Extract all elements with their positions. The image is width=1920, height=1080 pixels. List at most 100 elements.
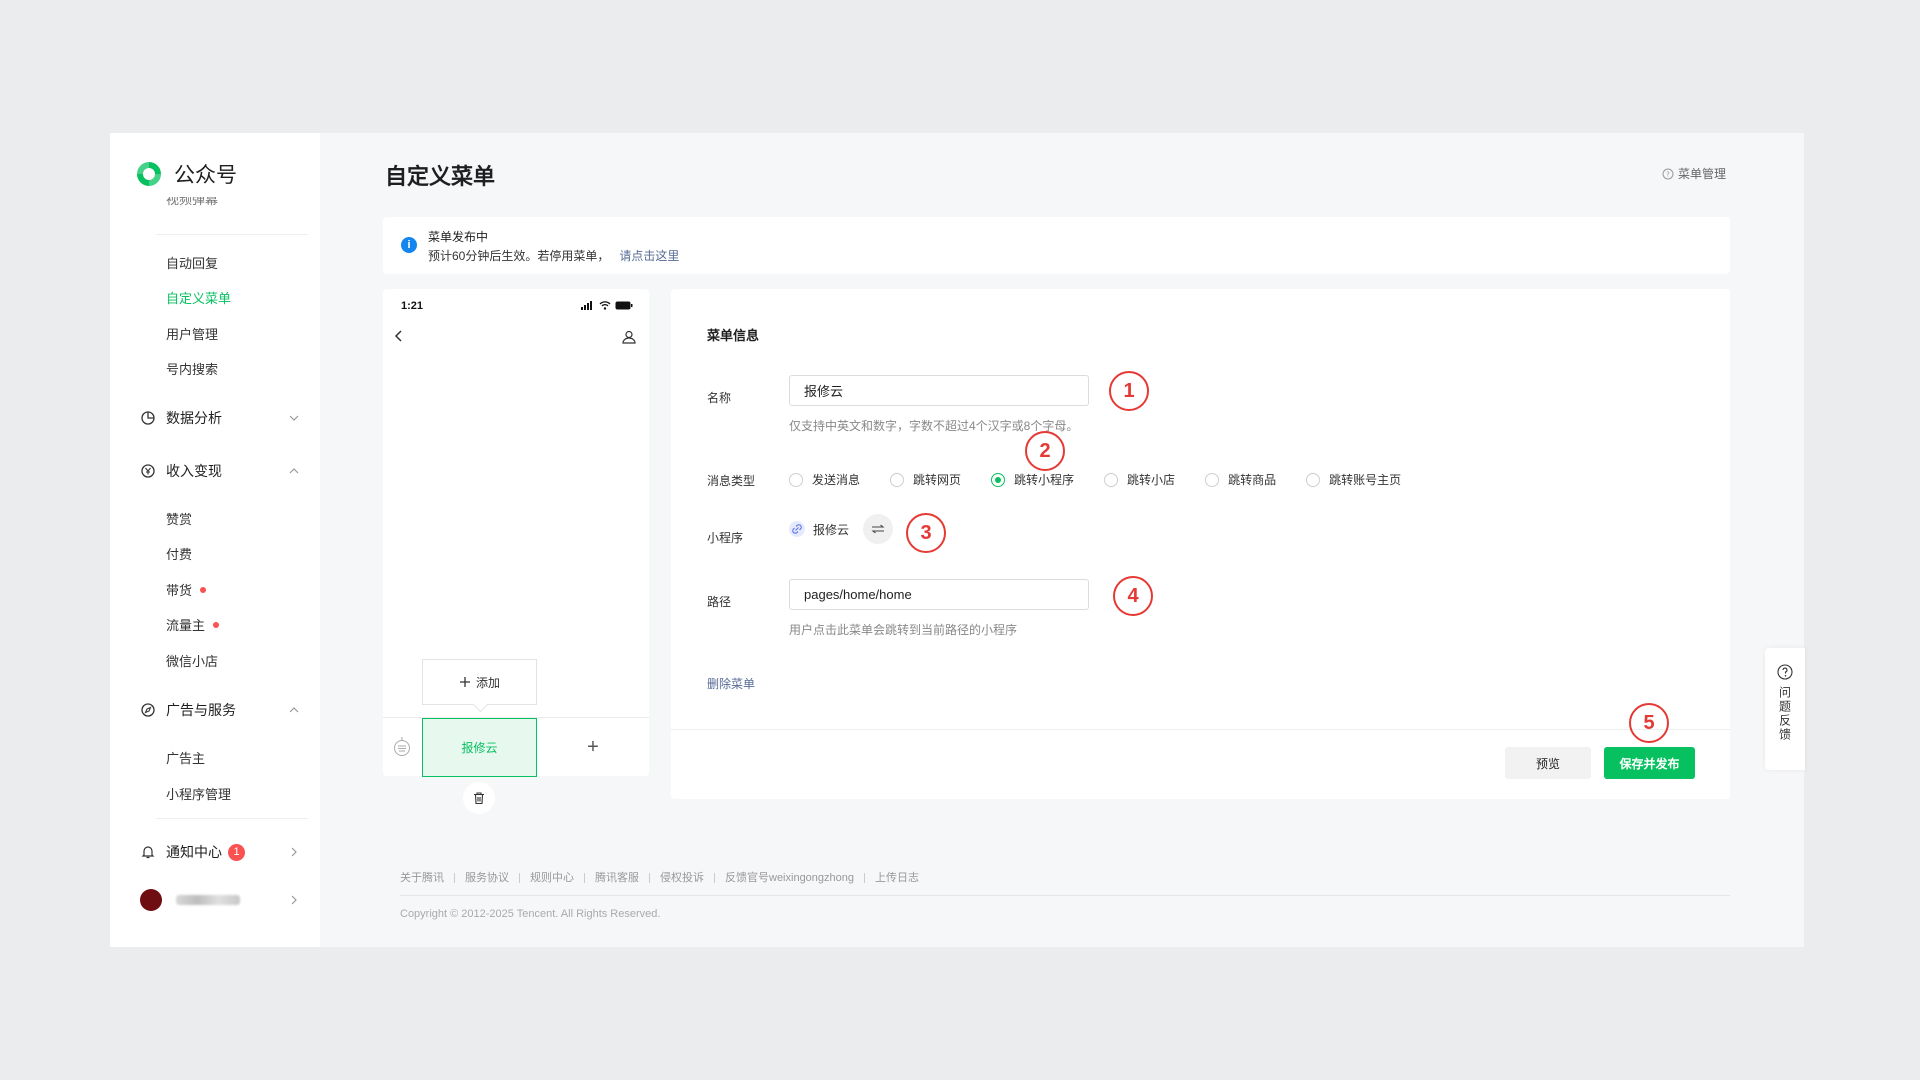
sidebar-divider xyxy=(156,234,308,235)
brand-logo[interactable]: 公众号 xyxy=(134,159,237,189)
path-hint: 用户点击此菜单会跳转到当前路径的小程序 xyxy=(789,623,1018,637)
sidebar-item-advertiser[interactable]: 广告主 xyxy=(166,748,205,767)
feedback-float-button[interactable]: 问题反馈 xyxy=(1765,648,1805,770)
radio-dot xyxy=(1306,472,1321,487)
notification-dot xyxy=(200,586,207,593)
menu-management-help-link[interactable]: ? 菜单管理 xyxy=(1662,165,1726,182)
notice-desc: 预计60分钟后生效。若停用菜单， 请点击这里 xyxy=(428,247,679,264)
radio-send-message[interactable]: 发送消息 xyxy=(789,471,860,488)
footer-link-about[interactable]: 关于腾讯 xyxy=(400,873,454,884)
add-submenu-label: 添加 xyxy=(475,675,500,690)
preview-button[interactable]: 预览 xyxy=(1505,747,1591,779)
sidebar-group-data-analysis[interactable]: 数据分析 xyxy=(140,408,300,428)
sidebar-item-search[interactable]: 号内搜索 xyxy=(166,359,218,378)
sidebar-group-income[interactable]: 收入变现 xyxy=(140,461,300,481)
miniapp-label: 小程序 xyxy=(707,531,744,545)
sidebar-item-label: 广告主 xyxy=(166,751,206,766)
sidebar: 公众号 视频弹幕 自动回复 自定义菜单 用户管理 号内搜索 数据分析 收入变现 xyxy=(110,133,320,947)
sidebar-group-label: 收入变现 xyxy=(166,463,222,479)
sidebar-item-label: 微信小店 xyxy=(166,654,219,669)
notification-dot xyxy=(213,621,220,628)
person-icon[interactable] xyxy=(621,329,637,350)
path-input[interactable] xyxy=(789,579,1089,610)
svg-text:?: ? xyxy=(1666,170,1670,178)
radio-open-product[interactable]: 跳转商品 xyxy=(1205,471,1276,488)
sidebar-item-user-management[interactable]: 用户管理 xyxy=(166,324,218,343)
question-icon xyxy=(1777,664,1793,680)
sidebar-item-cut[interactable]: 视频弹幕 xyxy=(166,197,218,208)
radio-dot xyxy=(789,472,803,487)
sidebar-item-label: 赞赏 xyxy=(166,512,193,527)
sidebar-item-traffic-master[interactable]: 流量主 xyxy=(166,615,220,634)
footer-link-infringement[interactable]: 侵权投诉 xyxy=(649,873,714,884)
delete-menu-icon[interactable] xyxy=(463,782,495,814)
name-input[interactable] xyxy=(789,375,1089,406)
keyboard-switch-icon[interactable] xyxy=(393,736,411,763)
add-menu-button[interactable]: + xyxy=(537,718,649,777)
name-hint: 仅支持中英文和数字，字数不超过4个汉字或8个字母。 xyxy=(789,419,1079,433)
radio-label: 跳转小店 xyxy=(1127,473,1176,487)
help-link-label: 菜单管理 xyxy=(1677,167,1726,181)
radio-open-shop[interactable]: 跳转小店 xyxy=(1104,471,1175,488)
add-submenu-button[interactable]: 添加 xyxy=(422,659,537,705)
sidebar-item-label: 用户管理 xyxy=(166,327,219,342)
disable-menu-link[interactable]: 请点击这里 xyxy=(619,249,679,263)
sidebar-item-wechat-shop[interactable]: 微信小店 xyxy=(166,651,218,670)
sidebar-item-label: 自定义菜单 xyxy=(166,291,232,306)
path-label: 路径 xyxy=(707,595,732,609)
footer-link-support[interactable]: 腾讯客服 xyxy=(584,873,649,884)
sidebar-item-label: 付费 xyxy=(166,547,193,562)
type-label: 消息类型 xyxy=(707,474,756,488)
radio-open-miniprogram[interactable]: 跳转小程序 xyxy=(991,471,1074,488)
sidebar-item-paid[interactable]: 付费 xyxy=(166,544,192,563)
phone-menu-bar: 报修云 + xyxy=(383,717,649,777)
feedback-label: 问题反馈 xyxy=(1777,686,1792,742)
sidebar-account[interactable] xyxy=(140,889,300,911)
wifi-icon xyxy=(599,301,611,310)
back-arrow-icon[interactable] xyxy=(393,329,405,348)
sidebar-group-ads[interactable]: 广告与服务 xyxy=(140,700,300,720)
message-type-radio-group: 发送消息 跳转网页 跳转小程序 跳转小店 跳转商品 跳转账号主页 xyxy=(789,471,1431,488)
switch-miniapp-button[interactable] xyxy=(863,514,894,544)
sidebar-divider xyxy=(156,818,308,819)
sidebar-notification-center[interactable]: 通知中心 1 xyxy=(140,842,300,862)
wechat-official-logo-icon xyxy=(134,159,164,189)
chevron-right-icon xyxy=(288,846,300,858)
menu-item-baoxiuyun[interactable]: 报修云 xyxy=(422,718,537,777)
menu-info-panel: 菜单信息 名称 仅支持中英文和数字，字数不超过4个汉字或8个字母。 消息类型 发… xyxy=(671,289,1730,799)
bell-icon xyxy=(140,844,156,860)
pie-chart-icon xyxy=(140,410,156,426)
notice-desc-text: 预计60分钟后生效。若停用菜单， xyxy=(428,249,610,263)
sidebar-item-miniapp-management[interactable]: 小程序管理 xyxy=(166,784,231,803)
radio-label: 跳转网页 xyxy=(913,473,962,487)
page-title: 自定义菜单 xyxy=(385,164,496,189)
chevron-right-icon xyxy=(288,894,300,906)
sidebar-item-label: 小程序管理 xyxy=(166,787,232,802)
chevron-down-icon xyxy=(288,412,300,424)
avatar xyxy=(140,889,162,911)
phone-preview: 1:21 添加 报修云 + xyxy=(383,289,649,777)
app-window: 公众号 视频弹幕 自动回复 自定义菜单 用户管理 号内搜索 数据分析 收入变现 xyxy=(110,133,1804,947)
sidebar-group-label: 广告与服务 xyxy=(166,702,236,718)
footer-link-upload-log[interactable]: 上传日志 xyxy=(864,873,929,884)
sidebar-item-appreciation[interactable]: 赞赏 xyxy=(166,509,192,528)
footer-link-terms[interactable]: 服务协议 xyxy=(454,873,519,884)
annotation-marker-4: 4 xyxy=(1113,576,1153,616)
radio-open-webpage[interactable]: 跳转网页 xyxy=(890,471,961,488)
radio-label: 跳转商品 xyxy=(1228,473,1277,487)
notice-title: 菜单发布中 xyxy=(428,230,489,244)
signal-icon xyxy=(581,301,592,310)
publish-notice: i 菜单发布中 预计60分钟后生效。若停用菜单， 请点击这里 xyxy=(383,217,1730,274)
radio-open-account-home[interactable]: 跳转账号主页 xyxy=(1306,471,1401,488)
footer-link-feedback-account[interactable]: 反馈官号weixingongzhong xyxy=(714,873,864,884)
chevron-up-icon xyxy=(288,465,300,477)
sidebar-item-custom-menu[interactable]: 自定义菜单 xyxy=(166,288,231,307)
delete-menu-link[interactable]: 删除菜单 xyxy=(707,675,755,692)
annotation-marker-3: 3 xyxy=(906,513,946,553)
annotation-marker-1: 1 xyxy=(1109,371,1149,411)
save-publish-button[interactable]: 保存并发布 xyxy=(1604,747,1695,779)
footer-links: 关于腾讯 服务协议 规则中心 腾讯客服 侵权投诉 反馈官号weixingongz… xyxy=(400,873,929,884)
sidebar-item-auto-reply[interactable]: 自动回复 xyxy=(166,253,218,272)
sidebar-item-sales[interactable]: 带货 xyxy=(166,580,207,599)
footer-link-rules[interactable]: 规则中心 xyxy=(519,873,584,884)
